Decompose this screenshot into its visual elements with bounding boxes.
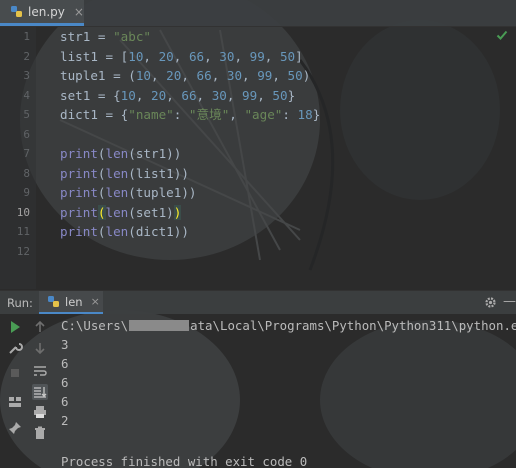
run-toolbar [0,314,50,468]
line-number: 1 [23,30,30,43]
code-line-7: print(len(str1)) [60,146,182,161]
line-number-gutter: 1 2 3 4 5 6 7 8 9 10 11 12 [0,27,36,289]
pin-icon [9,422,21,434]
print-button[interactable] [32,404,48,420]
stop-button[interactable] [7,365,23,381]
editor-tab-label: len.py [28,4,65,19]
layout-icon [9,397,21,407]
line-number: 7 [23,147,30,160]
line-number: 12 [16,244,30,258]
run-label: Run: [7,296,33,310]
minimize-icon[interactable]: — [503,294,516,309]
line-number-active: 10 [16,205,30,219]
run-toolwindow-header: Run: len × — [0,290,516,314]
close-run-tab-icon[interactable]: × [91,295,100,308]
wrench-icon [9,343,23,354]
console-output-line: 6 [61,374,69,390]
arrow-down-icon [35,343,45,355]
editor-tab-bar: len.py × [0,0,516,27]
clear-output-button[interactable] [32,425,48,441]
code-line-4: set1 = {10, 20, 66, 30, 99, 50} [60,87,296,103]
close-tab-icon[interactable]: × [74,5,84,19]
line-number: 9 [23,186,30,199]
code-line-5: dict1 = {"name": "意境", "age": 18} [60,107,321,122]
arrow-up-icon [35,320,45,332]
python-file-icon [11,6,22,17]
stop-icon [11,369,19,377]
line-number: 11 [16,225,30,238]
editor-tab-len-py[interactable]: len.py × [0,0,84,26]
console-exit-message: Process finished with exit code 0 [61,454,308,468]
code-line-8: print(len(list1)) [60,165,189,181]
code-line-9: print(len(tuple1)) [60,185,197,200]
run-console-output[interactable]: C:\Users\ ata\Local\Programs\Python\Pytho… [50,314,516,468]
run-tab-label: len [65,294,83,309]
scroll-to-end-button[interactable] [32,384,48,400]
code-line-1: str1 = "abc" [60,29,151,44]
redacted-username [129,320,190,331]
code-line-11: print(len(dict1)) [60,224,189,239]
code-line-10: print(len(set1)) [60,204,182,220]
layout-button[interactable] [7,394,23,410]
play-icon [11,321,20,333]
code-editor[interactable]: 1 2 3 4 5 6 7 8 9 10 11 12 str1 = "abc" … [0,27,516,289]
scroll-up-button[interactable] [32,319,48,335]
console-output-line: 2 [61,412,69,428]
soft-wrap-button[interactable] [32,363,48,379]
console-output-line: 6 [61,355,69,371]
line-number: 8 [23,166,30,180]
soft-wrap-icon [34,366,47,376]
printer-icon [34,406,46,418]
scroll-to-end-icon [34,387,47,398]
run-tab-len[interactable]: len × [39,291,103,314]
console-command-line: C:\Users\ ata\Local\Programs\Python\Pytho… [61,318,516,333]
rerun-button[interactable] [7,319,23,335]
gear-icon[interactable] [484,296,497,309]
python-run-icon [48,296,59,307]
scroll-down-button[interactable] [32,340,48,356]
checkmark-icon [496,30,508,40]
wrench-button[interactable] [7,340,23,356]
line-number: 5 [23,108,30,121]
console-output-line: 6 [61,393,69,409]
pin-button[interactable] [7,420,23,436]
code-line-3: tuple1 = (10, 20, 66, 30, 99, 50) [60,68,311,83]
line-number: 4 [23,88,30,102]
line-number: 6 [23,127,30,141]
line-number: 3 [23,69,30,82]
trash-icon [35,426,45,439]
console-output-line: 3 [61,336,69,352]
code-line-2: list1 = [10, 20, 66, 30, 99, 50] [60,48,303,64]
line-number: 2 [23,49,30,63]
